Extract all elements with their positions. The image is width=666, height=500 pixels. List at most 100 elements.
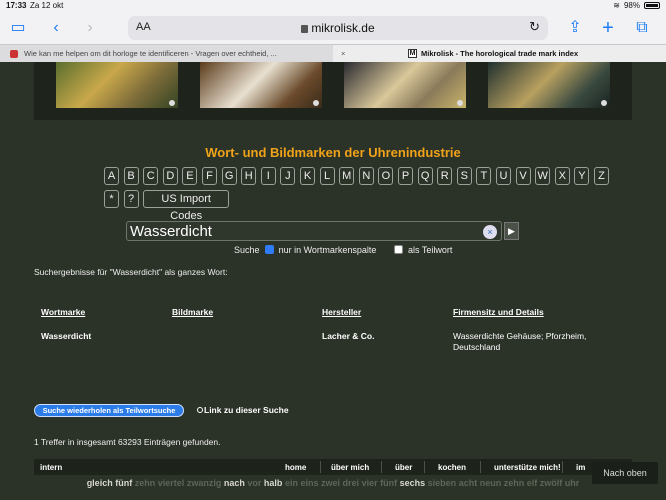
forum-favicon [10, 50, 18, 58]
search-permalink-label: Link zu dieser Suche [204, 405, 289, 415]
letter-key-p[interactable]: P [398, 167, 413, 185]
status-right: ≋ 98% [613, 1, 660, 10]
clock-word: zehn [503, 478, 525, 488]
letter-key-m[interactable]: M [339, 167, 355, 185]
clock-word: drei [342, 478, 360, 488]
url-text: mikrolisk.de [311, 21, 375, 35]
letter-key-g[interactable]: G [221, 167, 237, 185]
clock-word: halb [263, 478, 283, 488]
nav-intern[interactable]: intern [40, 463, 62, 472]
letter-key-l[interactable]: L [319, 167, 335, 185]
address-bar[interactable]: AA mikrolisk.de ↻ [128, 16, 548, 40]
clock-word: vor [247, 478, 262, 488]
nav-separator [562, 461, 563, 473]
letter-key-j[interactable]: J [280, 167, 296, 185]
watch-photo-2[interactable] [200, 62, 322, 108]
reload-icon[interactable]: ↻ [529, 19, 540, 35]
clock-word: gleich [86, 478, 113, 488]
col-header-details[interactable]: Firmensitz und Details [453, 307, 544, 317]
letter-key-n[interactable]: N [358, 167, 374, 185]
results-note: Suchergebnisse für "Wasserdicht" als gan… [34, 267, 228, 277]
sidebar-icon[interactable]: ▭ [8, 18, 28, 38]
letter-key-e[interactable]: E [182, 167, 198, 185]
clear-search-icon[interactable]: × [483, 225, 497, 239]
search-permalink[interactable]: Link zu dieser Suche [197, 405, 289, 415]
battery-icon [644, 2, 660, 9]
forward-icon[interactable]: › [80, 18, 100, 38]
clock-word: sieben [427, 478, 457, 488]
nav-ueber[interactable]: über [395, 463, 412, 472]
clock-word: zwanzig [186, 478, 222, 488]
repeat-search-button[interactable]: Suche wiederholen als Teilwortsuche [34, 404, 184, 417]
clock-word: fünf [380, 478, 398, 488]
tab-mikrolisk-title: Mikrolisk - The horological trade mark i… [421, 49, 579, 58]
asterisk-key[interactable]: * [104, 190, 119, 208]
clock-word: elf [526, 478, 538, 488]
new-tab-icon[interactable]: + [598, 18, 618, 38]
clock-word: eins [300, 478, 319, 488]
letter-key-x[interactable]: X [554, 167, 570, 185]
search-input[interactable]: Wasserdicht × [126, 221, 502, 241]
col-header-wortmarke[interactable]: Wortmarke [41, 307, 85, 317]
cell-details: Wasserdichte Gehäuse; Pforzheim, Deutsch… [453, 331, 587, 352]
col-header-hersteller[interactable]: Hersteller [322, 307, 361, 317]
tab-forum[interactable]: Wie kan me helpen om dit horloge te iden… [0, 45, 333, 63]
tabs-overview-icon[interactable]: ⧉ [632, 18, 652, 38]
question-key[interactable]: ? [123, 190, 139, 208]
letter-key-u[interactable]: U [496, 167, 511, 185]
tab-forum-title: Wie kan me helpen om dit horloge te iden… [24, 49, 277, 58]
col-header-bildmarke[interactable]: Bildmarke [172, 307, 213, 317]
nav-ueber-mich[interactable]: über mich [331, 463, 369, 472]
letter-key-k[interactable]: K [300, 167, 315, 185]
letter-key-f[interactable]: F [202, 167, 217, 185]
browser-chrome: 17:33 Za 12 okt ≋ 98% ▭ ‹ › AA mikrolisk… [0, 0, 666, 44]
letter-key-b[interactable]: B [123, 167, 139, 185]
letter-key-z[interactable]: Z [594, 167, 609, 185]
clock-word: neun [479, 478, 502, 488]
letter-key-i[interactable]: I [260, 167, 276, 185]
expand-icon [457, 100, 463, 106]
clock-word: vier [361, 478, 378, 488]
share-icon[interactable]: ⇪ [565, 18, 585, 38]
watch-gallery [34, 62, 632, 120]
letter-key-d[interactable]: D [162, 167, 178, 185]
nav-separator [480, 461, 481, 473]
watch-photo-4[interactable] [488, 62, 610, 108]
letter-key-v[interactable]: V [515, 167, 531, 185]
back-icon[interactable]: ‹ [46, 18, 66, 38]
letter-key-t[interactable]: T [476, 167, 492, 185]
letter-key-a[interactable]: A [104, 167, 119, 185]
letter-key-o[interactable]: O [378, 167, 394, 185]
wortmarken-checkbox[interactable] [265, 245, 275, 254]
page-title: Wort- und Bildmarken der Uhrenindustrie [205, 145, 461, 160]
letter-key-q[interactable]: Q [417, 167, 433, 185]
letter-key-c[interactable]: C [143, 167, 159, 185]
nav-unterstuetze[interactable]: unterstütze mich! [494, 463, 561, 472]
nav-home[interactable]: home [285, 463, 306, 472]
word-clock: gleich fünf zehn viertel zwanzig nach vo… [0, 478, 666, 488]
wortmarken-label: nur in Wortmarkenspalte [278, 245, 377, 255]
search-options-label: Suche [234, 245, 260, 255]
us-import-codes-button[interactable]: US Import Codes [143, 190, 230, 222]
nav-im[interactable]: im [576, 463, 585, 472]
clock-word: uhr [564, 478, 580, 488]
nav-kochen[interactable]: kochen [438, 463, 466, 472]
close-tab-icon[interactable]: × [341, 45, 345, 62]
letter-key-w[interactable]: W [535, 167, 551, 185]
page: Wort- und Bildmarken der Uhrenindustrie … [0, 62, 666, 500]
tab-mikrolisk[interactable]: × M Mikrolisk - The horological trade ma… [333, 45, 666, 63]
letter-key-r[interactable]: R [437, 167, 453, 185]
cell-wortmarke[interactable]: Wasserdicht [41, 331, 91, 341]
battery-percent: 98% [623, 1, 640, 10]
clock-word: zwei [321, 478, 341, 488]
letter-key-y[interactable]: Y [574, 167, 590, 185]
search-submit-button[interactable]: ▶ [504, 222, 519, 240]
cell-hersteller[interactable]: Lacher & Co. [322, 331, 374, 341]
teilwort-checkbox[interactable] [394, 245, 404, 254]
letter-key-h[interactable]: H [241, 167, 257, 185]
expand-icon [169, 100, 175, 106]
watch-photo-1[interactable] [56, 62, 178, 108]
letter-key-s[interactable]: S [456, 167, 472, 185]
safari-toolbar: ▭ ‹ › AA mikrolisk.de ↻ ⇪ + ⧉ [0, 12, 666, 44]
watch-photo-3[interactable] [344, 62, 466, 108]
